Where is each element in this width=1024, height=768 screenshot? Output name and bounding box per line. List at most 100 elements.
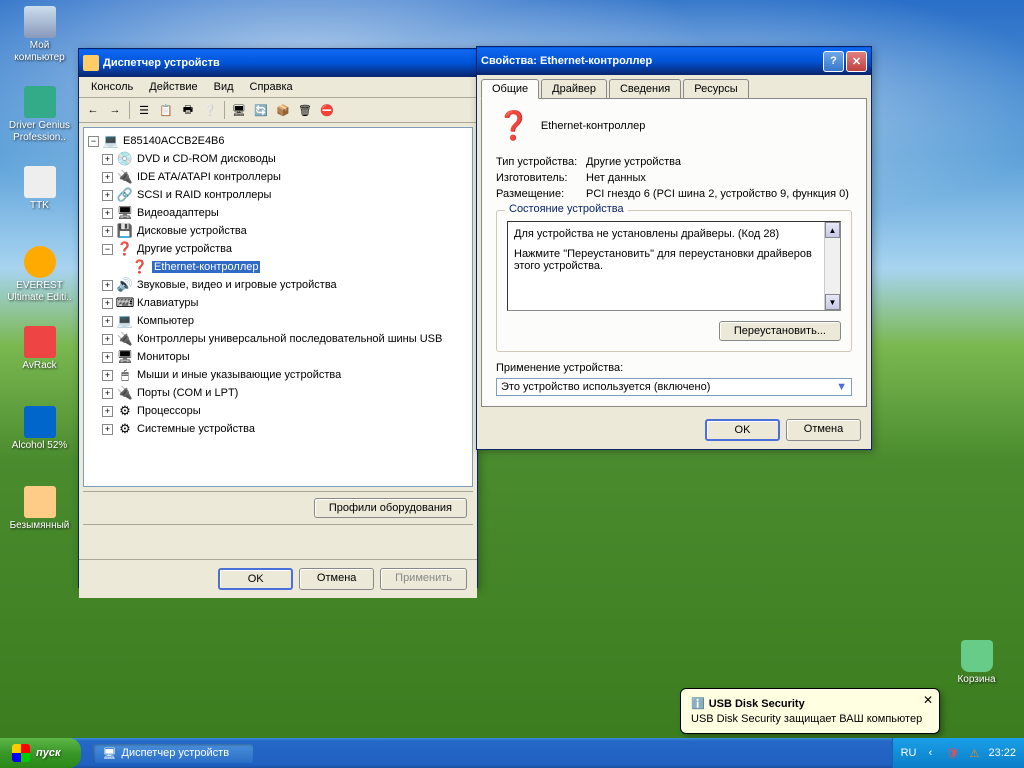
- tray-clock[interactable]: 23:22: [988, 747, 1016, 759]
- devmgr-cancel-button[interactable]: Отмена: [299, 568, 374, 590]
- tree-item[interactable]: +🔌Порты (COM и LPT): [102, 384, 468, 402]
- tree-item[interactable]: +⚙Системные устройства: [102, 420, 468, 438]
- system-tray: RU ‹ 🛡 ⚠ 23:22: [892, 738, 1024, 768]
- tray-lang[interactable]: RU: [901, 747, 917, 759]
- category-icon: 💿: [117, 151, 133, 167]
- tab-driver[interactable]: Драйвер: [541, 79, 607, 98]
- expand-icon[interactable]: +: [102, 370, 113, 381]
- tree-item[interactable]: +⌨Клавиатуры: [102, 294, 468, 312]
- desktop-icon-recycle-bin[interactable]: Корзина: [939, 640, 1014, 686]
- tb-props-icon[interactable]: 📋: [156, 100, 176, 120]
- tb-disable-icon[interactable]: ⛔: [317, 100, 337, 120]
- tab-resources[interactable]: Ресурсы: [683, 79, 748, 98]
- taskbar-item-devmgr[interactable]: 🖥Диспетчер устройств: [93, 744, 253, 763]
- tree-item[interactable]: +🔊Звуковые, видео и игровые устройства: [102, 276, 468, 294]
- tab-details[interactable]: Сведения: [609, 79, 681, 98]
- menu-action[interactable]: Действие: [141, 79, 205, 95]
- tb-update-icon[interactable]: 📦: [273, 100, 293, 120]
- device-tree[interactable]: −💻E85140ACCB2E4B6 +💿DVD и CD-ROM дисково…: [83, 127, 473, 487]
- expand-icon[interactable]: −: [102, 244, 113, 255]
- devmgr-titlebar[interactable]: Диспетчер устройств: [79, 49, 477, 77]
- tree-item[interactable]: +💿DVD и CD-ROM дисководы: [102, 150, 468, 168]
- menu-console[interactable]: Консоль: [83, 79, 141, 95]
- props-cancel-button[interactable]: Отмена: [786, 419, 861, 441]
- tb-print-icon[interactable]: 🖶: [178, 100, 198, 120]
- help-button[interactable]: ?: [823, 51, 844, 72]
- desktop-icon-alcohol[interactable]: Alcohol 52%: [2, 406, 77, 452]
- category-icon: 💾: [117, 223, 133, 239]
- status-textbox[interactable]: Для устройства не установлены драйверы. …: [507, 221, 841, 311]
- tb-back-icon[interactable]: ←: [83, 100, 103, 120]
- tab-general[interactable]: Общие: [481, 79, 539, 99]
- expand-icon[interactable]: +: [102, 172, 113, 183]
- tab-body: ❓ Ethernet-контроллер Тип устройства:Дру…: [481, 98, 867, 407]
- tb-scan-icon[interactable]: 🖥: [229, 100, 249, 120]
- expand-icon[interactable]: +: [102, 352, 113, 363]
- tray-warning-icon[interactable]: ⚠: [966, 745, 982, 761]
- scroll-down-icon[interactable]: ▼: [825, 294, 840, 310]
- tree-item[interactable]: +🖥Видеоадаптеры: [102, 204, 468, 222]
- tree-root[interactable]: −💻E85140ACCB2E4B6: [88, 132, 468, 150]
- desktop-icon-avrack[interactable]: AvRack: [2, 326, 77, 372]
- chevron-down-icon: ▼: [836, 381, 847, 393]
- status-scrollbar[interactable]: ▲ ▼: [824, 222, 840, 310]
- tray-shield-icon[interactable]: 🛡: [944, 745, 960, 761]
- tree-item[interactable]: +🔌Контроллеры универсальной последовател…: [102, 330, 468, 348]
- expand-icon[interactable]: +: [102, 226, 113, 237]
- scroll-up-icon[interactable]: ▲: [825, 222, 840, 238]
- taskbar: пуск 🖥Диспетчер устройств RU ‹ 🛡 ⚠ 23:22: [0, 738, 1024, 768]
- tb-refresh-icon[interactable]: 🔄: [251, 100, 271, 120]
- info-icon: ℹ️: [691, 697, 705, 710]
- tree-item[interactable]: +💻Компьютер: [102, 312, 468, 330]
- tree-item[interactable]: −❓Другие устройства: [102, 240, 468, 258]
- category-icon: 🔌: [117, 169, 133, 185]
- expand-icon[interactable]: +: [102, 154, 113, 165]
- expand-icon[interactable]: +: [102, 388, 113, 399]
- expand-icon[interactable]: +: [102, 190, 113, 201]
- tb-uninstall-icon[interactable]: 🗑: [295, 100, 315, 120]
- status-fieldset: Состояние устройства Для устройства не у…: [496, 210, 852, 352]
- tb-forward-icon[interactable]: →: [105, 100, 125, 120]
- expand-icon[interactable]: +: [102, 316, 113, 327]
- tree-item-ethernet[interactable]: ❓Ethernet-контроллер: [132, 258, 468, 276]
- tree-item[interactable]: +💾Дисковые устройства: [102, 222, 468, 240]
- desktop-icon-driver-genius[interactable]: Driver GeniusProfession..: [2, 86, 77, 144]
- expand-icon[interactable]: −: [88, 136, 99, 147]
- expand-icon[interactable]: +: [102, 424, 113, 435]
- balloon-close-icon[interactable]: ✕: [923, 693, 933, 707]
- expand-icon[interactable]: +: [102, 208, 113, 219]
- reinstall-button[interactable]: Переустановить...: [719, 321, 841, 341]
- close-button[interactable]: ✕: [846, 51, 867, 72]
- desktop-icon-everest[interactable]: EVERESTUltimate Editi..: [2, 246, 77, 304]
- desktop-icon-unnamed[interactable]: Безымянный: [2, 486, 77, 532]
- tree-item[interactable]: +🔗SCSI и RAID контроллеры: [102, 186, 468, 204]
- tree-item[interactable]: +🔌IDE ATA/ATAPI контроллеры: [102, 168, 468, 186]
- tree-item[interactable]: +🖥Мониторы: [102, 348, 468, 366]
- menu-help[interactable]: Справка: [242, 79, 301, 95]
- category-icon: 🔗: [117, 187, 133, 203]
- question-icon: ❓: [132, 259, 148, 275]
- tray-chevron-icon[interactable]: ‹: [922, 745, 938, 761]
- expand-icon[interactable]: +: [102, 334, 113, 345]
- usage-combo[interactable]: Это устройство используется (включено) ▼: [496, 378, 852, 396]
- desktop-icon-ttk[interactable]: TTK: [2, 166, 77, 212]
- devmgr-ok-button[interactable]: OK: [218, 568, 293, 590]
- device-manager-window: Диспетчер устройств Консоль Действие Вид…: [78, 48, 478, 588]
- expand-icon[interactable]: +: [102, 280, 113, 291]
- status-legend: Состояние устройства: [505, 203, 628, 215]
- hardware-profiles-button[interactable]: Профили оборудования: [314, 498, 467, 518]
- tb-help-icon[interactable]: ❔: [200, 100, 220, 120]
- prop-label-loc: Размещение:: [496, 188, 586, 200]
- start-button[interactable]: пуск: [0, 738, 81, 768]
- balloon-text: USB Disk Security защищает ВАШ компьютер: [691, 713, 929, 725]
- menu-view[interactable]: Вид: [206, 79, 242, 95]
- tb-tree-icon[interactable]: ☰: [134, 100, 154, 120]
- tree-item[interactable]: +⚙Процессоры: [102, 402, 468, 420]
- tree-item[interactable]: +🖱Мыши и иные указывающие устройства: [102, 366, 468, 384]
- props-ok-button[interactable]: OK: [705, 419, 780, 441]
- expand-icon[interactable]: +: [102, 406, 113, 417]
- desktop-icon-my-computer[interactable]: Мойкомпьютер: [2, 6, 77, 64]
- props-titlebar[interactable]: Свойства: Ethernet-контроллер ? ✕: [477, 47, 871, 75]
- expand-icon[interactable]: +: [102, 298, 113, 309]
- properties-window: Свойства: Ethernet-контроллер ? ✕ Общие …: [476, 46, 872, 450]
